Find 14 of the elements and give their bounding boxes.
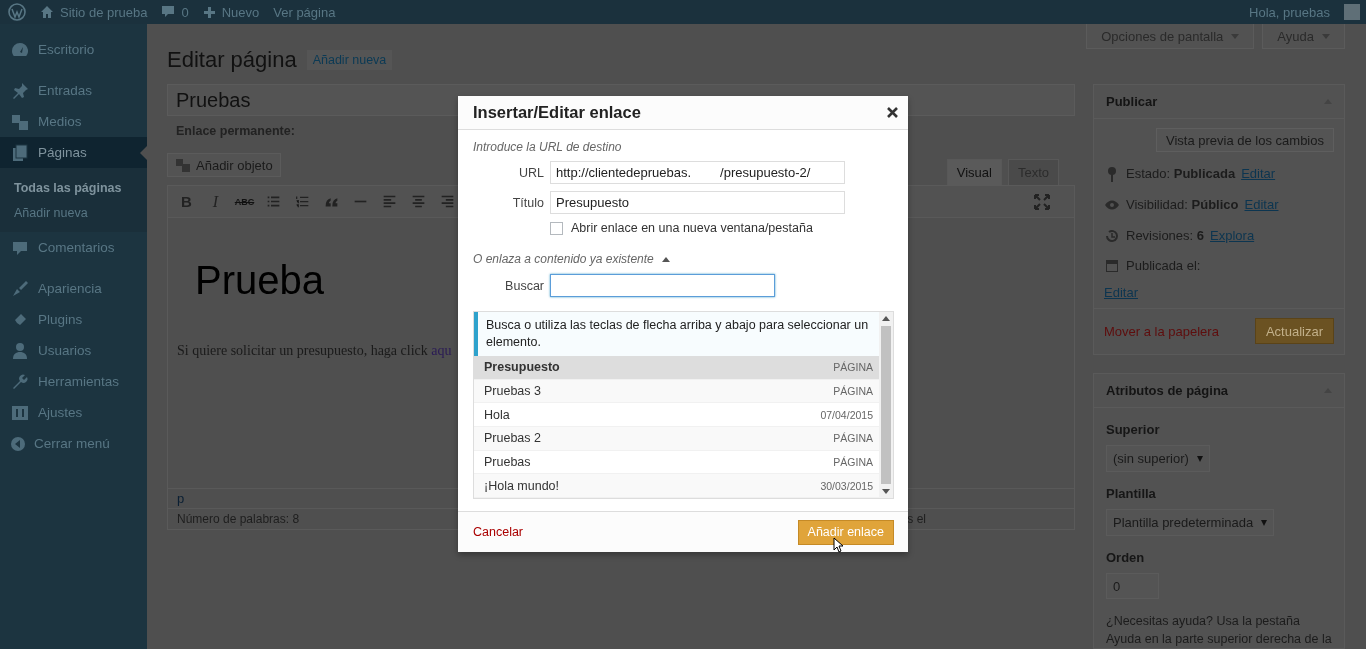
search-label: Buscar: [504, 278, 544, 293]
order-label: Orden: [1106, 550, 1146, 565]
search-hint: Busca o utiliza las teclas de flecha arriba y abajo para seleccionar un elemento.: [474, 312, 879, 356]
panel-title: Publicar: [1106, 94, 1158, 109]
element-path: p: [177, 491, 185, 506]
page-heading: Editar página: [167, 46, 297, 73]
template-label: Plantilla: [1106, 486, 1157, 501]
dialog-title: Insertar/Editar enlace: [473, 103, 641, 122]
parent-label: Superior: [1106, 422, 1161, 437]
panel-title: Atributos de página: [1106, 383, 1229, 398]
intro-text: Introduce la URL de destino: [473, 140, 623, 154]
title-label: Título: [511, 195, 544, 210]
content-heading: Prueba: [195, 258, 324, 303]
url-label: URL: [518, 165, 544, 180]
